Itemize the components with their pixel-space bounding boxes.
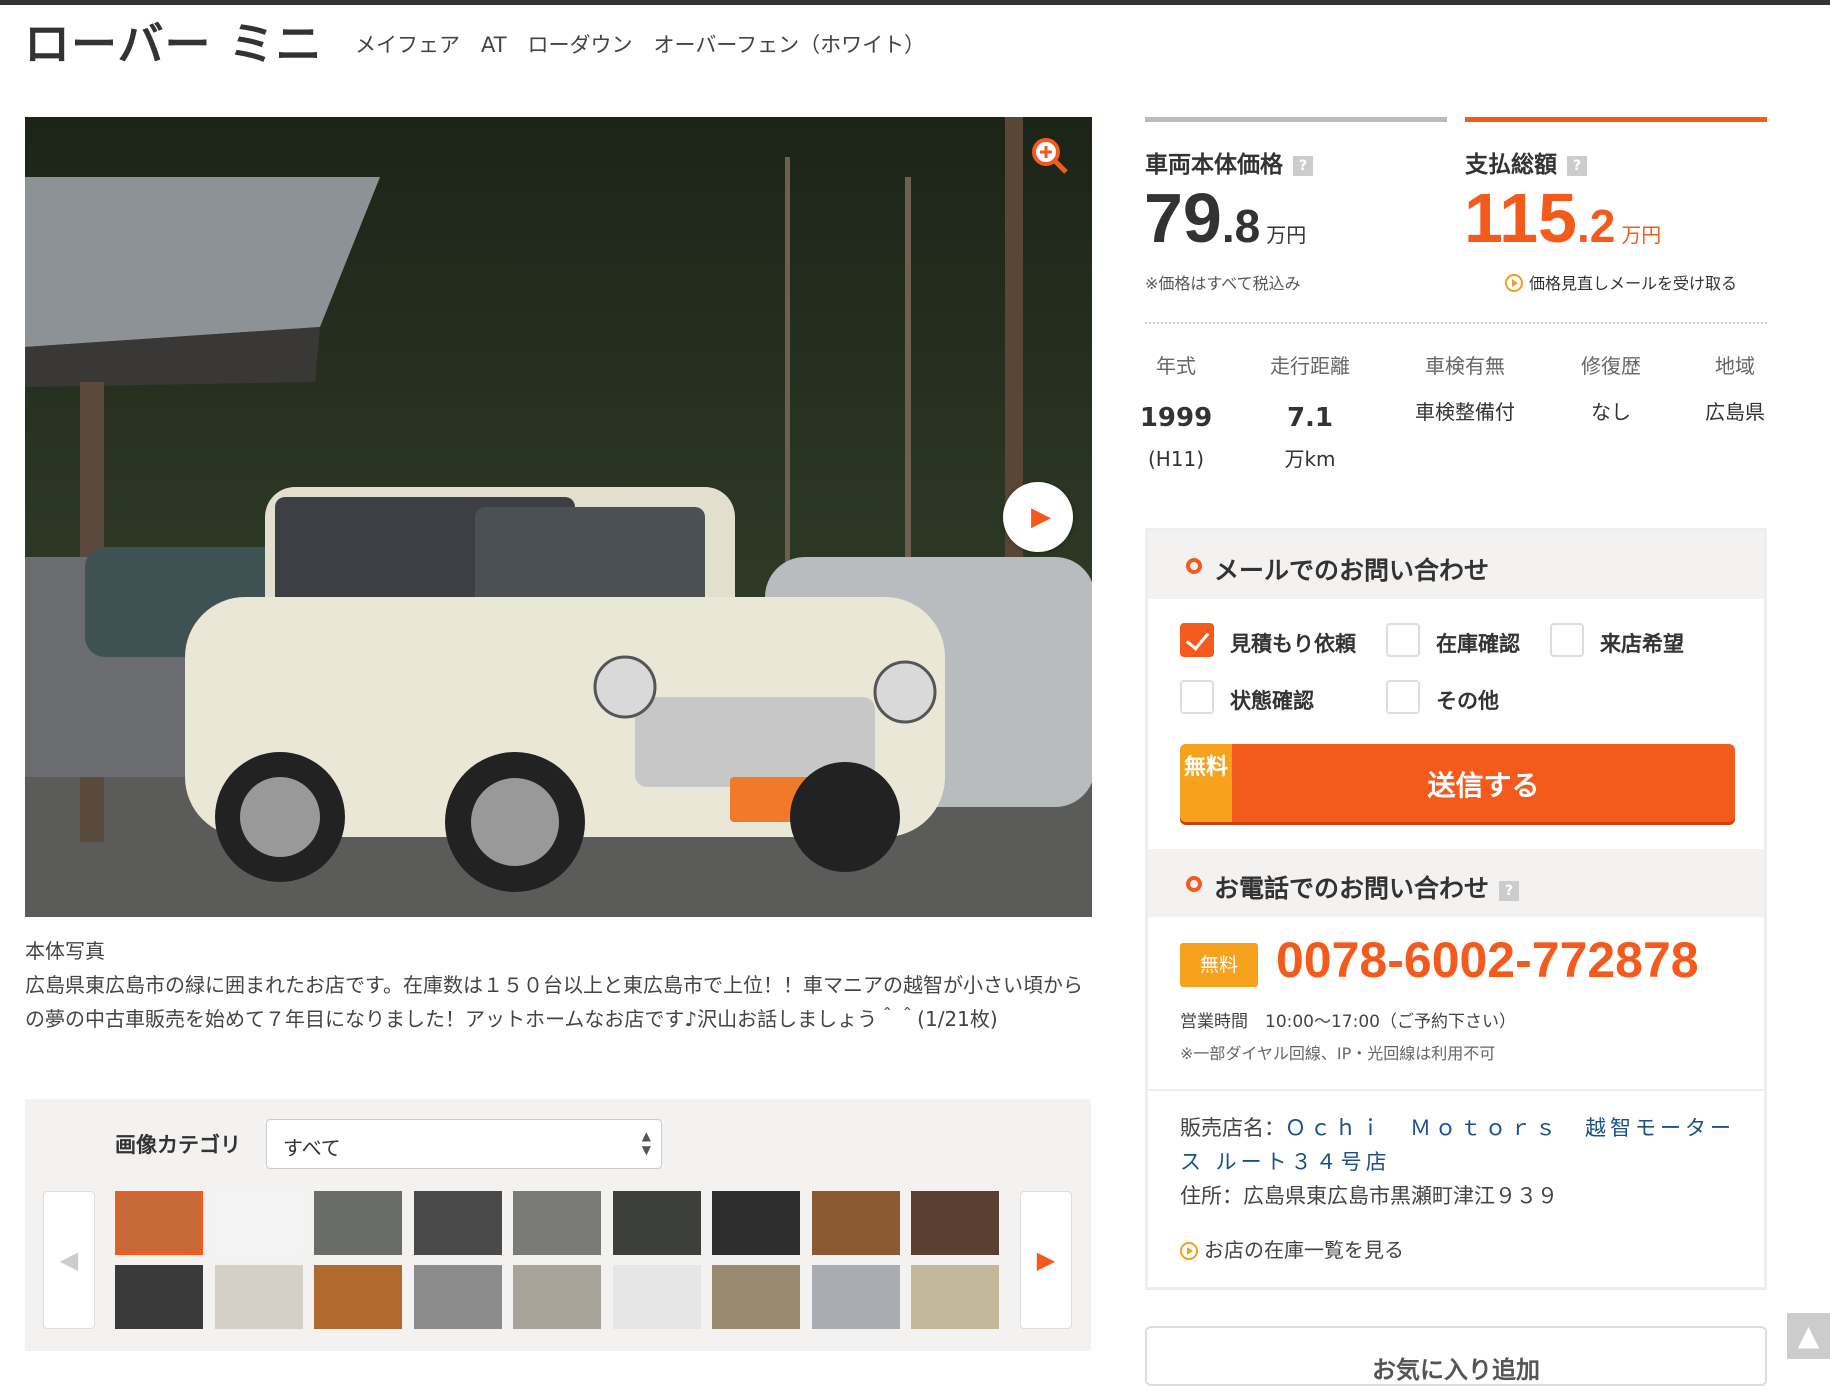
next-photo-button[interactable]: ▶: [1003, 482, 1073, 552]
price-mail-link[interactable]: 価格見直しメールを受け取る: [1505, 270, 1737, 294]
checkbox-label: その他: [1436, 689, 1499, 713]
inquiry-panel: メールでのお問い合わせ 見積もり依頼 在庫確認 来店希望 状態確認 その他 無料…: [1145, 528, 1767, 1290]
spec-inspection-value: 車検整備付: [1415, 400, 1515, 424]
shop-name-row: 販売店名：Ｏｃｈｉ Ｍｏｔｏｒｓ 越智モータース ルート３４号店: [1180, 1116, 1735, 1174]
gallery-thumbnail[interactable]: [712, 1265, 800, 1329]
send-button[interactable]: 無料 送信する: [1180, 744, 1735, 822]
gallery-thumbnail[interactable]: [911, 1191, 999, 1255]
gallery-next-button[interactable]: ▶: [1020, 1191, 1072, 1329]
gallery-thumbnail[interactable]: [413, 1265, 502, 1329]
total-tab-indicator: [1465, 117, 1767, 122]
gallery-thumbnail[interactable]: [911, 1265, 999, 1329]
page-subtitle: メイフェア AT ローダウン オーバーフェン（ホワイト）: [355, 33, 926, 57]
gallery-thumbnail[interactable]: [314, 1265, 402, 1329]
photo-caption: 本体写真 広島県東広島市の緑に囲まれたお店です。在庫数は１５０台以上と東広島市で…: [25, 934, 1095, 1036]
spec-year-value: 1999 (H11): [1139, 403, 1213, 471]
play-circle-icon: [1505, 274, 1523, 292]
play-right-icon: ▶: [1031, 502, 1051, 532]
phone-note: ※一部ダイヤル回線、IP・光回線は利用不可: [1180, 1044, 1496, 1063]
gallery-thumbnail[interactable]: [214, 1265, 303, 1329]
add-favorite-button[interactable]: お気に入り追加: [1145, 1326, 1767, 1386]
gallery-prev-button[interactable]: ◀: [43, 1191, 95, 1329]
caption-label: 本体写真: [25, 939, 105, 963]
spec-repair-header: 修復歴: [1581, 354, 1641, 378]
checkbox-label: 見積もり依頼: [1230, 632, 1356, 656]
gallery-thumbnail[interactable]: [115, 1191, 203, 1255]
phone-number[interactable]: 0078-6002-772878: [1276, 931, 1699, 989]
caption-text: 広島県東広島市の緑に囲まれたお店です。在庫数は１５０台以上と東広島市で上位！！車…: [25, 973, 1083, 1031]
checkbox-other[interactable]: [1386, 680, 1420, 714]
gallery-thumbnail[interactable]: [612, 1265, 701, 1329]
spec-repair-value: なし: [1591, 400, 1631, 424]
help-icon[interactable]: ?: [1293, 156, 1313, 176]
tax-note: ※価格はすべて税込み: [1145, 274, 1301, 293]
spec-distance-value: 7.1 万km: [1284, 403, 1336, 471]
zoom-in-icon[interactable]: [1030, 136, 1070, 176]
thumbnail-grid: [115, 1191, 1005, 1329]
body-price-label: 車両本体価格?: [1145, 145, 1313, 179]
gallery-thumbnail[interactable]: [115, 1265, 203, 1329]
free-call-badge: 無料: [1180, 943, 1258, 987]
photo-gallery: 画像カテゴリ すべて ▲ ▼ ◀ ▶: [25, 1099, 1091, 1351]
shop-address: 住所：広島県東広島市黒瀬町津江９３９: [1180, 1184, 1558, 1208]
scroll-to-top-button[interactable]: ▲: [1787, 1313, 1830, 1359]
gallery-thumbnail[interactable]: [712, 1191, 800, 1255]
gallery-thumbnail[interactable]: [811, 1191, 900, 1255]
gallery-thumbnail[interactable]: [214, 1191, 303, 1255]
bullet-ring-icon: [1186, 876, 1202, 892]
spec-region-header: 地域: [1715, 354, 1755, 378]
checkbox-visit[interactable]: [1550, 623, 1584, 657]
gallery-thumbnail[interactable]: [413, 1191, 502, 1255]
business-hours: 営業時間 10:00〜17:00（ご予約下さい）: [1180, 1012, 1516, 1032]
gallery-thumbnail[interactable]: [513, 1265, 601, 1329]
gallery-thumbnail[interactable]: [314, 1191, 402, 1255]
total-price-label: 支払総額?: [1465, 145, 1587, 179]
gallery-thumbnail[interactable]: [612, 1191, 701, 1255]
select-arrows-icon: ▲ ▼: [641, 1129, 651, 1157]
divider: [1145, 322, 1767, 324]
price-tab-indicator: [1145, 117, 1447, 122]
main-photo[interactable]: [25, 117, 1092, 917]
checkbox-label: 状態確認: [1230, 689, 1314, 713]
chevron-right-icon: ▶: [1036, 1246, 1056, 1274]
spec-region-value: 広島県: [1705, 400, 1765, 424]
image-category-label: 画像カテゴリ: [115, 1133, 241, 1157]
image-category-select[interactable]: すべて ▲ ▼: [266, 1119, 662, 1169]
total-price: 115.2 万円: [1464, 179, 1662, 257]
checkbox-estimate[interactable]: [1180, 623, 1214, 657]
image-category-value: すべて: [283, 1136, 341, 1160]
free-badge: 無料: [1180, 744, 1232, 822]
checkbox-stock[interactable]: [1386, 623, 1420, 657]
gallery-thumbnail[interactable]: [811, 1265, 900, 1329]
divider: [1148, 1089, 1764, 1091]
help-icon[interactable]: ?: [1499, 881, 1520, 901]
page-title: ローバー ミニ: [24, 17, 323, 71]
send-label: 送信する: [1427, 769, 1540, 802]
body-price: 79.8 万円: [1144, 179, 1307, 257]
top-border: [0, 0, 1830, 5]
checkbox-condition[interactable]: [1180, 680, 1214, 714]
bullet-ring-icon: [1186, 558, 1202, 574]
spec-year-header: 年式: [1156, 354, 1196, 378]
chevron-left-icon: ◀: [59, 1246, 79, 1274]
spec-inspection-header: 車検有無: [1425, 354, 1505, 378]
shop-stock-link[interactable]: お店の在庫一覧を見る: [1180, 1234, 1404, 1263]
mail-inquiry-header: メールでのお問い合わせ: [1148, 531, 1764, 599]
arrow-up-icon: ▲: [1797, 1319, 1820, 1352]
gallery-thumbnail[interactable]: [513, 1191, 601, 1255]
shop-info: 販売店名：Ｏｃｈｉ Ｍｏｔｏｒｓ 越智モータース ルート３４号店 住所：広島県東…: [1180, 1111, 1740, 1213]
spec-distance-header: 走行距離: [1270, 354, 1350, 378]
phone-inquiry-header: お電話でのお問い合わせ?: [1148, 849, 1764, 917]
help-icon[interactable]: ?: [1567, 156, 1587, 176]
checkbox-label: 来店希望: [1600, 632, 1684, 656]
checkbox-label: 在庫確認: [1436, 632, 1520, 656]
play-circle-icon: [1180, 1242, 1198, 1260]
